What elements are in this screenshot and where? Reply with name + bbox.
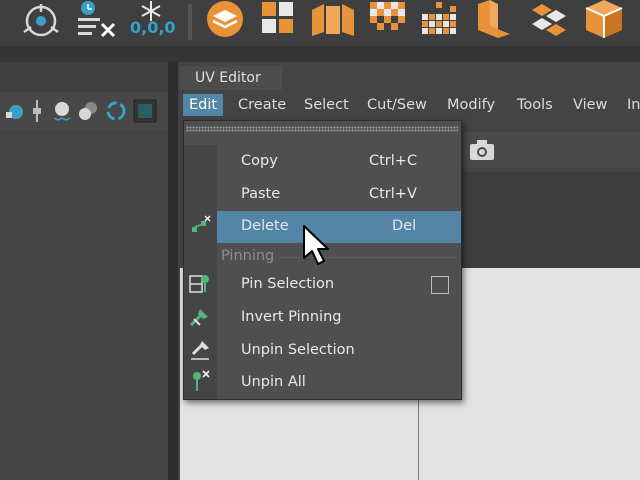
box-3d-icon[interactable]: [582, 0, 626, 40]
pivot-gizmo-icon[interactable]: [20, 2, 62, 42]
mouse-cursor-icon: [303, 225, 329, 265]
menu-item-delete-label: Delete: [241, 218, 289, 234]
shadow-sphere-icon[interactable]: [76, 98, 102, 124]
menu-item-pin-selection[interactable]: Pin Selection: [217, 269, 461, 301]
menu-tools[interactable]: Tools: [517, 94, 553, 116]
menu-item-unpin-all[interactable]: Unpin All: [217, 367, 461, 399]
menu-item-pin-selection-label: Pin Selection: [241, 276, 335, 292]
menu-select[interactable]: Select: [304, 94, 349, 116]
camera-snapshot-icon[interactable]: [468, 138, 496, 162]
checker-dense-icon[interactable]: [366, 0, 408, 40]
menu-item-unpin-selection[interactable]: Unpin Selection: [217, 335, 461, 367]
isolate-select-icon[interactable]: [132, 98, 158, 124]
freeze-transform-button[interactable]: 0,0,0: [128, 0, 176, 44]
menu-item-unpin-all-label: Unpin All: [241, 374, 306, 390]
menu-item-delete[interactable]: Delete Del: [217, 211, 461, 243]
menu-item-paste[interactable]: Paste Ctrl+V: [217, 179, 461, 211]
menu-view[interactable]: View: [573, 94, 607, 116]
uv-editor-toolbar: [460, 132, 640, 168]
shading-toggle-icon[interactable]: [4, 100, 28, 122]
lighting-sphere-icon[interactable]: [50, 98, 74, 124]
panel-splitter[interactable]: [168, 62, 178, 480]
reset-transform-icon[interactable]: [74, 0, 120, 40]
uv-editor-header: [460, 172, 640, 268]
menu-item-copy-label: Copy: [241, 153, 278, 169]
left-panel-body: [0, 130, 168, 480]
maya-window: 0,0,0 UV Editor Edit Create Select Cut/S…: [0, 0, 640, 480]
menu-item-invert-pinning[interactable]: Invert Pinning: [217, 302, 461, 334]
pin-selection-icon: [189, 275, 209, 293]
unfold-box-icon[interactable]: [310, 0, 358, 40]
shelf-separator: [0, 46, 640, 62]
unpin-selection-icon: [191, 341, 209, 360]
layers-icon[interactable]: [204, 0, 246, 40]
stack-box-icon[interactable]: [474, 0, 514, 40]
pinning-section-label: Pinning: [221, 248, 275, 264]
menu-item-paste-label: Paste: [241, 186, 281, 202]
checker-grid-2-icon[interactable]: [420, 0, 462, 40]
layout-diamond-icon[interactable]: [524, 0, 572, 40]
menu-item-copy-shortcut: Ctrl+C: [369, 153, 418, 169]
ambient-occlusion-icon[interactable]: [104, 98, 128, 124]
menu-item-unpin-selection-label: Unpin Selection: [241, 342, 355, 358]
slider-handle-icon[interactable]: [30, 98, 44, 124]
shelf-divider: [188, 4, 192, 40]
freeze-values-label: 0,0,0: [130, 18, 176, 37]
menu-more[interactable]: In: [627, 94, 640, 116]
pin-selection-options-checkbox[interactable]: [431, 276, 449, 294]
uv-editor-tab[interactable]: UV Editor: [180, 66, 282, 90]
left-panel-toolbar: [0, 92, 168, 130]
delete-vertex-icon: [192, 215, 211, 232]
unpin-all-icon: [193, 370, 210, 391]
checker-grid-icon[interactable]: [260, 0, 300, 40]
menu-item-delete-shortcut: Del: [392, 218, 417, 234]
menu-item-invert-pinning-label: Invert Pinning: [241, 309, 342, 325]
menu-item-copy[interactable]: Copy Ctrl+C: [217, 146, 461, 178]
shelf-toolbar: 0,0,0: [0, 0, 640, 46]
menu-modify[interactable]: Modify: [447, 94, 495, 116]
menu-create[interactable]: Create: [238, 94, 286, 116]
menu-tearoff-handle[interactable]: [186, 126, 458, 132]
menu-edit[interactable]: Edit: [183, 94, 224, 116]
menu-item-paste-shortcut: Ctrl+V: [369, 186, 417, 202]
menu-cut-sew[interactable]: Cut/Sew: [367, 94, 427, 116]
invert-pinning-icon: [189, 309, 208, 327]
